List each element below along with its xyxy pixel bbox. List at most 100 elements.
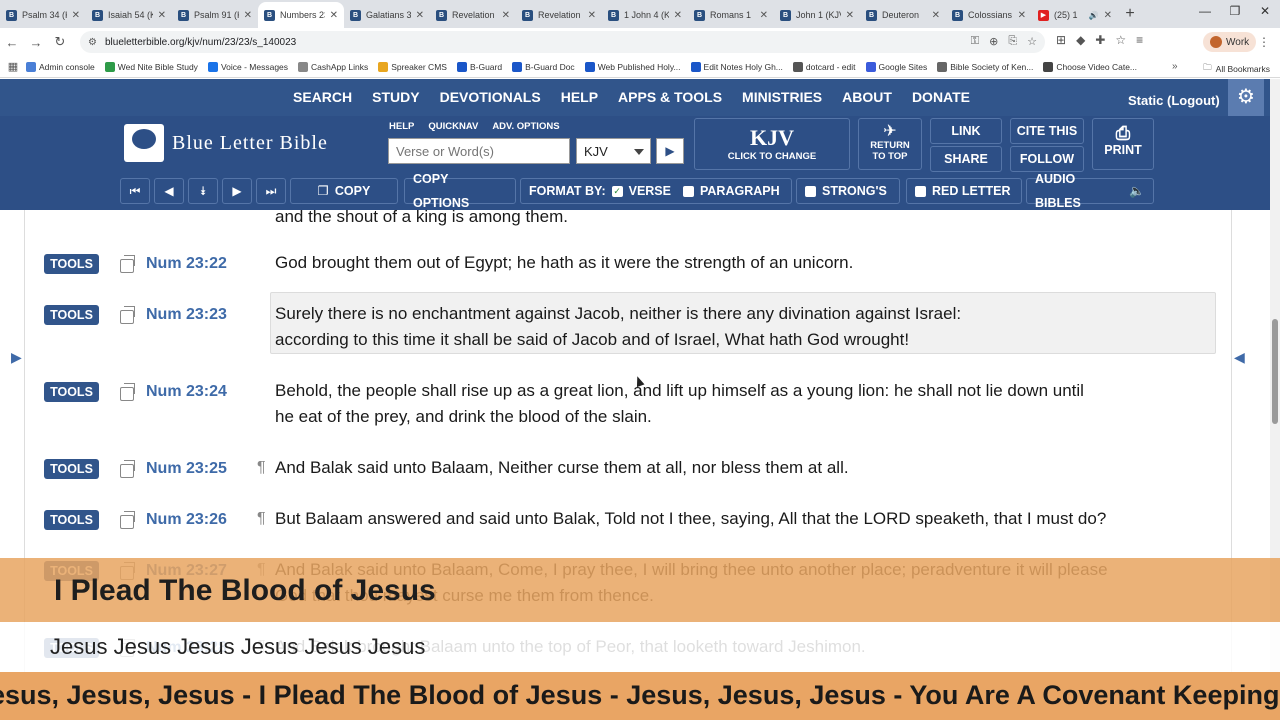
help-link[interactable]: HELP: [389, 121, 414, 132]
tools-button[interactable]: TOOLS: [44, 254, 99, 274]
nav-ministries[interactable]: MINISTRIES: [742, 89, 822, 105]
chapter-list-icon[interactable]: ⯯: [188, 178, 218, 204]
copy-verse-icon[interactable]: [120, 383, 135, 401]
nav-study[interactable]: STUDY: [372, 89, 419, 105]
copy-verse-icon[interactable]: [120, 306, 135, 324]
nav-help[interactable]: HELP: [561, 89, 598, 105]
close-tab-icon[interactable]: ✕: [674, 10, 682, 21]
close-tab-icon[interactable]: ✕: [244, 10, 252, 21]
scrollbar-thumb[interactable]: [1272, 319, 1278, 424]
last-chapter-icon[interactable]: ⏭: [256, 178, 286, 204]
copy-button[interactable]: ❐ COPY: [290, 178, 398, 204]
close-tab-icon[interactable]: ✕: [330, 10, 338, 21]
nav-apps-tools[interactable]: APPS & TOOLS: [618, 89, 722, 105]
browser-tab[interactable]: B Colossians ✕: [946, 2, 1032, 28]
bookmark-item[interactable]: CashApp Links: [298, 61, 368, 72]
copy-verse-icon[interactable]: [120, 511, 135, 529]
go-button[interactable]: ▶: [656, 138, 684, 164]
copy-options-button[interactable]: COPY OPTIONS: [404, 172, 516, 210]
tools-button[interactable]: TOOLS: [44, 459, 99, 479]
reload-icon[interactable]: ↻: [48, 34, 72, 50]
browser-tab[interactable]: ▶ (25) 1 🔊 ✕: [1032, 2, 1118, 28]
browser-tab[interactable]: B Psalm 91 (KJV) ✕: [172, 2, 258, 28]
restore-icon[interactable]: ❐: [1220, 4, 1250, 18]
gear-icon[interactable]: ⚙: [1228, 79, 1264, 116]
quicknav-link[interactable]: QUICKNAV: [428, 121, 478, 132]
tools-button[interactable]: TOOLS: [44, 510, 99, 530]
close-tab-icon[interactable]: ✕: [588, 10, 596, 21]
paragraph-checkbox[interactable]: [683, 185, 694, 197]
tools-button[interactable]: TOOLS: [44, 305, 99, 325]
bookmark-item[interactable]: Web Published Holy...: [584, 61, 681, 72]
site-info-icon[interactable]: ⚙: [88, 37, 97, 48]
link-button[interactable]: LINK: [930, 118, 1002, 144]
zoom-icon[interactable]: ⊕: [989, 35, 998, 48]
browser-tab[interactable]: B Revelation ✕: [430, 2, 516, 28]
apps-icon[interactable]: ▦: [0, 60, 26, 73]
new-tab-button[interactable]: +: [1118, 2, 1142, 28]
strongs-toggle[interactable]: STRONG'S: [796, 178, 900, 204]
strongs-checkbox[interactable]: [805, 185, 816, 197]
bookmark-item[interactable]: dotcard - edit: [792, 61, 856, 72]
close-tab-icon[interactable]: ✕: [416, 10, 424, 21]
blb-logo[interactable]: Blue Letter Bible: [124, 124, 328, 162]
close-tab-icon[interactable]: ✕: [502, 10, 510, 21]
version-change-button[interactable]: KJV CLICK TO CHANGE: [694, 118, 850, 170]
close-tab-icon[interactable]: ✕: [1104, 10, 1112, 21]
close-window-icon[interactable]: ✕: [1250, 4, 1280, 18]
media-icon[interactable]: ≡: [1136, 33, 1143, 47]
nav-donate[interactable]: DONATE: [912, 89, 970, 105]
nav-devotionals[interactable]: DEVOTIONALS: [440, 89, 541, 105]
browser-tab[interactable]: B Numbers 23 ✕: [258, 2, 344, 28]
red-letter-checkbox[interactable]: [915, 185, 926, 197]
close-tab-icon[interactable]: ✕: [932, 10, 940, 21]
adv-options-link[interactable]: ADV. OPTIONS: [492, 121, 559, 132]
cite-button[interactable]: CITE THIS: [1010, 118, 1084, 144]
audio-bibles-button[interactable]: AUDIO BIBLES 🔈: [1026, 172, 1154, 210]
browser-tab[interactable]: B 1 John 4 (K ✕: [602, 2, 688, 28]
version-select[interactable]: KJV: [576, 138, 651, 164]
bookmark-item[interactable]: Admin console: [26, 61, 95, 72]
bookmark-item[interactable]: Edit Notes Holy Gh...: [690, 61, 783, 72]
verse-reference[interactable]: Num 23:25: [146, 460, 227, 478]
red-letter-toggle[interactable]: RED LETTER: [906, 178, 1022, 204]
extension-icon[interactable]: ◆: [1076, 33, 1085, 47]
url-field[interactable]: ⚙ blueletterbible.org/kjv/num/23/23/s_14…: [80, 31, 1045, 53]
menu-icon[interactable]: ⋮: [1258, 35, 1270, 49]
browser-tab[interactable]: B Galatians 3 ✕: [344, 2, 430, 28]
return-to-top-button[interactable]: ✈ RETURN TO TOP: [858, 118, 922, 170]
tools-button[interactable]: TOOLS: [44, 382, 99, 402]
prev-verse-tab-icon[interactable]: ▶: [11, 349, 22, 366]
prev-chapter-icon[interactable]: ◀: [154, 178, 184, 204]
bookmark-item[interactable]: Spreaker CMS: [378, 61, 447, 72]
bookmark-item[interactable]: B-Guard Doc: [512, 61, 575, 72]
share-page-icon[interactable]: ⎘: [1008, 35, 1017, 48]
bookmark-item[interactable]: Wed Nite Bible Study: [104, 61, 198, 72]
browser-tab[interactable]: B Isaiah 54 (KJV) ✕: [86, 2, 172, 28]
user-logout-link[interactable]: Static (Logout): [1128, 93, 1220, 108]
browser-tab[interactable]: B John 1 (KJV ✕: [774, 2, 860, 28]
copy-verse-icon[interactable]: [120, 460, 135, 478]
bookmark-item[interactable]: Voice - Messages: [207, 61, 288, 72]
more-bookmarks-icon[interactable]: »: [1172, 61, 1178, 72]
next-verse-tab-icon[interactable]: ◀: [1234, 349, 1245, 366]
close-tab-icon[interactable]: ✕: [1018, 10, 1026, 21]
verse-reference[interactable]: Num 23:23: [146, 306, 227, 324]
minimize-icon[interactable]: —: [1190, 4, 1220, 18]
close-tab-icon[interactable]: ✕: [846, 10, 854, 21]
audio-playing-icon[interactable]: 🔊: [1089, 11, 1099, 20]
next-chapter-icon[interactable]: ▶: [222, 178, 252, 204]
verse-reference[interactable]: Num 23:24: [146, 383, 227, 401]
search-input[interactable]: [388, 138, 570, 164]
close-tab-icon[interactable]: ✕: [158, 10, 166, 21]
translate-icon[interactable]: ⊞: [1056, 33, 1066, 47]
close-tab-icon[interactable]: ✕: [72, 10, 80, 21]
nav-about[interactable]: ABOUT: [842, 89, 892, 105]
bookmark-item[interactable]: Choose Video Cate...: [1043, 61, 1137, 72]
browser-tab[interactable]: B Revelation ✕: [516, 2, 602, 28]
bookmark-item[interactable]: Google Sites: [865, 61, 927, 72]
key-icon[interactable]: ⚿: [971, 35, 979, 48]
forward-icon[interactable]: →: [24, 35, 48, 50]
copy-verse-icon[interactable]: [120, 255, 135, 273]
nav-search[interactable]: SEARCH: [293, 89, 352, 105]
